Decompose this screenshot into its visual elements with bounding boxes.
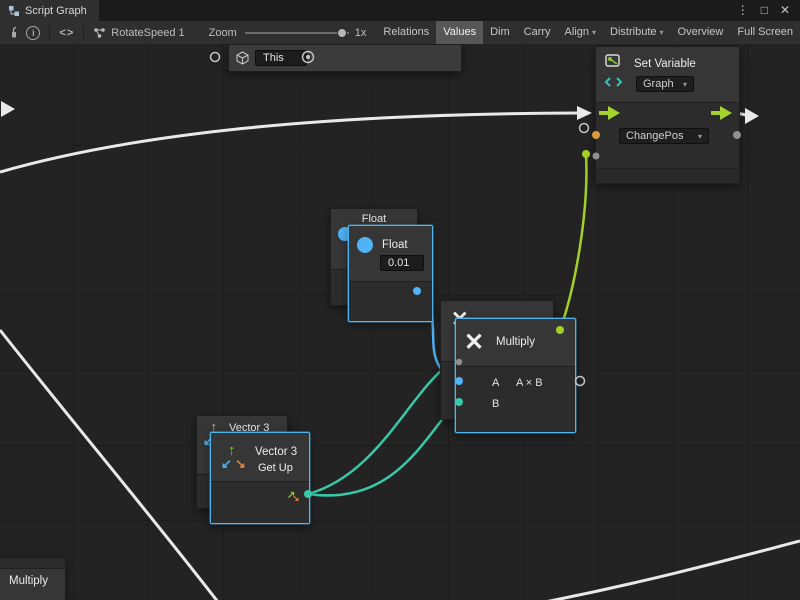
- wire-bottom-arc[interactable]: [545, 541, 800, 600]
- script-graph-window: Script Graph ⋮ □ ✕ i <> RotateSpeed 1: [0, 0, 800, 600]
- relations-button[interactable]: Relations: [376, 21, 436, 44]
- wire-arrow-left-edge: [1, 101, 15, 117]
- distribute-button[interactable]: Distribute ▾: [603, 21, 670, 44]
- float-icon: [356, 236, 374, 254]
- multiply-icon: ✕: [464, 328, 484, 357]
- float-node[interactable]: Float 0.01: [348, 225, 433, 322]
- tab-script-graph[interactable]: Script Graph: [0, 0, 99, 21]
- node-header-strip: [0, 558, 65, 569]
- graph-toolbar: i <> RotateSpeed 1 Zoom 1x Relations Val…: [0, 21, 800, 45]
- node-operation: Get Up: [258, 462, 293, 474]
- vector3-icon: ↑ ↙ ↘: [221, 445, 249, 477]
- dim-button[interactable]: Dim: [483, 21, 517, 44]
- axis-left-icon: ↙: [221, 456, 232, 472]
- node-body: A A × B B: [456, 366, 575, 432]
- set-variable-icon: [603, 54, 625, 90]
- zoom-track: [245, 32, 349, 34]
- set-variable-node[interactable]: Set Variable Graph ▾ ChangePos ▾: [595, 46, 740, 184]
- axis-right-icon: ↘: [235, 456, 246, 472]
- float-value-field[interactable]: 0.01: [380, 255, 424, 271]
- port-label-b: B: [492, 398, 499, 410]
- this-node[interactable]: This: [228, 44, 462, 72]
- scope-label: Graph: [643, 78, 674, 90]
- title-bar: Script Graph ⋮ □ ✕: [0, 0, 800, 21]
- maximize-icon[interactable]: □: [761, 0, 768, 21]
- values-button[interactable]: Values: [436, 21, 483, 44]
- close-icon[interactable]: ✕: [780, 0, 790, 21]
- chevron-down-icon: ▾: [683, 80, 687, 89]
- wire-multiply-to-setvariable[interactable]: [560, 154, 586, 330]
- distribute-label: Distribute: [610, 26, 656, 38]
- wire-vector3-to-multiply-back[interactable]: [308, 362, 452, 494]
- float-value: 0.01: [388, 257, 409, 269]
- wire-arrowhead-setvariable: [577, 106, 592, 120]
- info-icon[interactable]: i: [26, 26, 40, 40]
- node-footer: [596, 168, 739, 183]
- wire-flow-in[interactable]: [0, 113, 577, 172]
- lime-wire-endpoint[interactable]: [582, 150, 590, 158]
- node-body: ↗ ↘: [211, 481, 309, 523]
- chevron-down-icon: ▾: [660, 28, 664, 37]
- chevron-down-icon: ▾: [592, 28, 596, 37]
- vector-output-icon: ↘: [292, 493, 300, 504]
- graph-canvas[interactable]: This Float Float 0.01 Vector 3: [0, 44, 800, 600]
- menu-icon[interactable]: ⋮: [737, 0, 749, 21]
- tab-label: Script Graph: [25, 5, 87, 17]
- node-title: Float: [331, 213, 417, 225]
- node-body: [349, 281, 432, 321]
- code-view-icon[interactable]: <>: [59, 27, 74, 39]
- port-label-out: A × B: [516, 377, 543, 389]
- script-graph-icon: [8, 5, 20, 17]
- variable-dropdown[interactable]: ChangePos ▾: [619, 128, 709, 144]
- align-button[interactable]: Align▾: [558, 21, 603, 44]
- this-field[interactable]: This: [255, 50, 307, 66]
- divider: [49, 25, 50, 40]
- node-title: Multiply: [9, 575, 48, 587]
- multiply-node[interactable]: ✕ Multiply A A × B B: [455, 318, 576, 433]
- setvar-unconnected-port[interactable]: [580, 124, 589, 133]
- lock-icon[interactable]: [10, 26, 16, 39]
- zoom-label: Zoom: [209, 27, 237, 39]
- zoom-handle[interactable]: [337, 28, 347, 38]
- window-controls: ⋮ □ ✕: [737, 0, 800, 21]
- graph-name: RotateSpeed 1: [111, 27, 184, 39]
- this-label: This: [263, 52, 284, 64]
- overview-button[interactable]: Overview: [671, 21, 731, 44]
- zoom-value: 1x: [355, 27, 367, 39]
- graph-breadcrumb[interactable]: RotateSpeed 1: [93, 27, 184, 39]
- node-title: Vector 3: [255, 446, 297, 458]
- zoom-slider[interactable]: [245, 27, 349, 39]
- align-label: Align: [565, 26, 589, 38]
- divider: [83, 25, 84, 40]
- chevron-down-icon: ▾: [698, 132, 702, 141]
- wire-arrow-right-edge: [745, 108, 759, 124]
- wire-vector3-to-multiply-b[interactable]: [308, 402, 456, 495]
- graph-asset-icon: [93, 27, 106, 39]
- node-title: Set Variable: [634, 58, 696, 70]
- port-label-a: A: [492, 377, 499, 389]
- this-input-port[interactable]: [211, 53, 220, 62]
- multiply-node-corner[interactable]: Multiply: [0, 557, 66, 600]
- scope-dropdown[interactable]: Graph ▾: [636, 76, 694, 92]
- fullscreen-button[interactable]: Full Screen: [730, 21, 800, 44]
- carry-button[interactable]: Carry: [517, 21, 558, 44]
- node-body: ChangePos ▾: [596, 102, 739, 169]
- multiply-output-port[interactable]: [576, 377, 585, 386]
- node-title: Multiply: [496, 336, 535, 348]
- variable-name: ChangePos: [626, 130, 684, 142]
- cube-icon: [236, 51, 249, 65]
- vector3-get-up-node[interactable]: ↑ ↙ ↘ Vector 3 Get Up ↗ ↘: [210, 432, 310, 524]
- node-title: Float: [382, 239, 408, 251]
